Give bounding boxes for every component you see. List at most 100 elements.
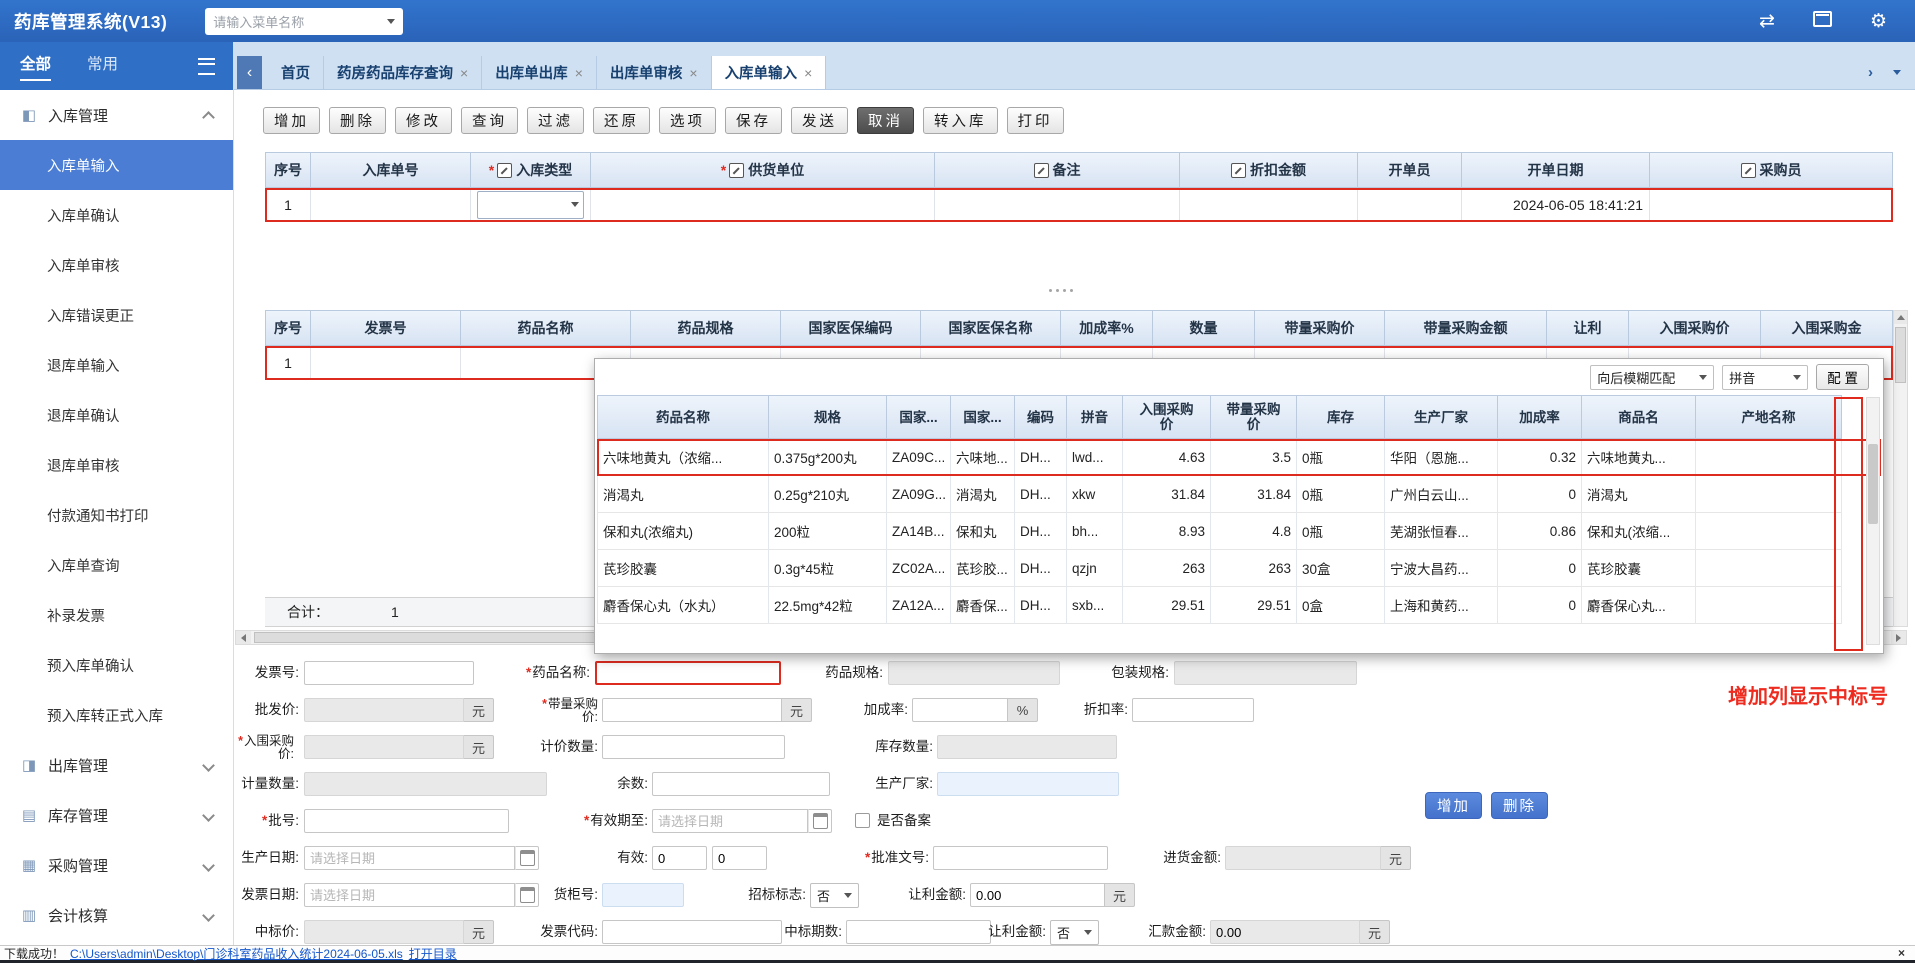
tab-close-icon[interactable]: ×	[575, 65, 583, 81]
close-icon[interactable]: ×	[1898, 946, 1915, 960]
scroll-right-icon[interactable]	[1891, 631, 1906, 644]
toolbar-button-4[interactable]: 过滤	[527, 106, 584, 134]
sidebar-group-1[interactable]: ◨ 出库管理	[0, 740, 233, 790]
batch-no-input[interactable]	[304, 809, 509, 833]
match-mode-select[interactable]: 向后模糊匹配	[1590, 364, 1715, 390]
export-window-icon[interactable]	[1812, 11, 1832, 31]
popup-scrollbar[interactable]	[1866, 397, 1880, 645]
remainder-input[interactable]	[652, 772, 830, 796]
valid-input-2[interactable]	[712, 846, 767, 870]
sidebar-group-0[interactable]: ◧ 入库管理	[0, 90, 233, 140]
sidebar-item-0-11[interactable]: 预入库转正式入库	[0, 690, 233, 740]
tab-0[interactable]: 首页	[268, 56, 324, 89]
toolbar-button-9[interactable]: 取消	[857, 106, 914, 134]
discount-rate-input[interactable]	[1132, 698, 1254, 722]
toolbar-button-6[interactable]: 选项	[659, 106, 716, 134]
sidebar-item-0-8[interactable]: 入库单查询	[0, 540, 233, 590]
grid-cell-5[interactable]	[1180, 188, 1358, 222]
grid-cell-1[interactable]	[311, 346, 461, 380]
sidebar-item-0-0[interactable]: 入库单输入	[0, 140, 233, 190]
invoice-date-input[interactable]	[304, 883, 515, 907]
downloaded-file-link[interactable]: C:\Users\admin\Desktop\门诊科室药品收入统计2024-06…	[70, 945, 403, 962]
order-grid-row[interactable]: 1 2024-06-05 18:41:21	[265, 188, 1893, 222]
tab-close-icon[interactable]: ×	[460, 65, 468, 81]
tab-3[interactable]: 出库单审核 ×	[597, 56, 712, 89]
toolbar-button-3[interactable]: 查询	[461, 106, 518, 134]
toolbar-button-11[interactable]: 打印	[1006, 106, 1064, 134]
popup-row-0[interactable]: 六味地黄丸（浓缩... 0.375g*200丸 ZA09C... 六味地... DH..…	[597, 439, 1881, 476]
sidebar-tab-all[interactable]: 全部	[20, 52, 52, 81]
invoice-no-input[interactable]	[304, 661, 474, 685]
manufacturer-input[interactable]	[937, 772, 1119, 796]
popup-row-3[interactable]: 芪珍胶囊 0.3g*45粒 ZC02A... 芪珍胶... DH... qzjn 263 26…	[597, 550, 1881, 587]
vscrollbar-thumb[interactable]	[1895, 327, 1906, 383]
calendar-icon[interactable]	[808, 809, 832, 833]
tab-close-icon[interactable]: ×	[689, 65, 697, 81]
toolbar-button-7[interactable]: 保存	[725, 106, 782, 134]
popup-scrollbar-thumb[interactable]	[1868, 444, 1878, 524]
volume-price-input[interactable]	[602, 698, 782, 722]
sidebar-item-0-5[interactable]: 退库单确认	[0, 390, 233, 440]
tab-scroll-right-icon[interactable]: ›	[1868, 64, 1873, 81]
search-field-select[interactable]: 拼音	[1722, 364, 1809, 390]
tab-scroll-left-icon[interactable]: ‹	[237, 56, 262, 89]
toolbar-button-10[interactable]: 转入库	[923, 106, 998, 134]
grid-cell-2[interactable]	[471, 188, 591, 222]
grid-cell-1[interactable]	[311, 188, 471, 222]
rebate-flag-select[interactable]: 否	[1050, 920, 1099, 945]
scroll-left-icon[interactable]	[236, 631, 251, 644]
scroll-up-icon[interactable]	[1894, 311, 1907, 324]
sidebar-item-0-4[interactable]: 退库单输入	[0, 340, 233, 390]
tab-close-icon[interactable]: ×	[804, 65, 812, 81]
winning-period-input[interactable]	[846, 920, 991, 944]
production-date-input[interactable]	[304, 846, 515, 870]
invoice-date-field[interactable]	[304, 883, 539, 907]
toolbar-button-5[interactable]: 还原	[593, 106, 650, 134]
inbound-type-select[interactable]	[477, 190, 584, 219]
sidebar-group-3[interactable]: ▦ 采购管理	[0, 840, 233, 890]
invoice-code-input[interactable]	[602, 920, 782, 944]
toolbar-button-2[interactable]: 修改	[395, 106, 452, 134]
menu-collapse-icon[interactable]	[198, 57, 215, 75]
tab-2[interactable]: 出库单出库 ×	[482, 56, 597, 89]
popup-row-2[interactable]: 保和丸(浓缩丸) 200粒 ZA14B... 保和丸 DH... bh... 8.93 4.8…	[597, 513, 1881, 550]
valid-input-1[interactable]	[652, 846, 707, 870]
sidebar-tab-common[interactable]: 常用	[87, 52, 118, 81]
record-checkbox[interactable]	[855, 813, 870, 828]
grid-cell-0[interactable]: 1	[265, 188, 311, 222]
popup-row-4[interactable]: 麝香保心丸（水丸） 22.5mg*42粒 ZA12A... 麝香保... DH... sx…	[597, 587, 1881, 624]
popup-row-1[interactable]: 消渴丸 0.25g*210丸 ZA09G... 消渴丸 DH... xkw 31.84 31.…	[597, 476, 1881, 513]
sidebar-item-0-3[interactable]: 入库错误更正	[0, 290, 233, 340]
add-item-button[interactable]: 增加	[1425, 792, 1482, 819]
toolbar-button-1[interactable]: 删除	[329, 106, 386, 134]
markup-rate-input[interactable]	[912, 698, 1008, 722]
sidebar-item-0-1[interactable]: 入库单确认	[0, 190, 233, 240]
open-directory-link[interactable]: 打开目录	[409, 945, 457, 962]
sidebar-item-0-2[interactable]: 入库单审核	[0, 240, 233, 290]
tab-menu-icon[interactable]	[1893, 70, 1901, 75]
sidebar-item-0-7[interactable]: 付款通知书打印	[0, 490, 233, 540]
cabinet-no-input[interactable]	[602, 883, 684, 907]
calendar-icon[interactable]	[515, 846, 539, 870]
grid-cell-0[interactable]: 1	[265, 346, 311, 380]
expiry-date-field[interactable]	[652, 809, 832, 833]
grid-cell-7[interactable]: 2024-06-05 18:41:21	[1462, 188, 1650, 222]
grid-cell-8[interactable]	[1650, 188, 1893, 222]
expiry-date-input[interactable]	[652, 809, 808, 833]
sidebar-group-4[interactable]: ▥ 会计核算	[0, 890, 233, 940]
sidebar-item-0-6[interactable]: 退库单审核	[0, 440, 233, 490]
vertical-scrollbar[interactable]	[1893, 310, 1908, 627]
approval-no-input[interactable]	[933, 846, 1108, 870]
grid-cell-3[interactable]	[591, 188, 935, 222]
settings-gear-icon[interactable]: ⚙	[1870, 12, 1887, 31]
toolbar-button-0[interactable]: 增加	[263, 106, 320, 134]
rebate-amount-input[interactable]	[970, 883, 1105, 907]
sync-icon[interactable]: ⇄	[1759, 12, 1775, 31]
tab-4[interactable]: 入库单输入 ×	[711, 56, 827, 89]
drug-name-input[interactable]	[595, 661, 781, 685]
grid-cell-4[interactable]	[935, 188, 1180, 222]
sidebar-item-0-9[interactable]: 补录发票	[0, 590, 233, 640]
tab-1[interactable]: 药房药品库存查询 ×	[324, 56, 483, 89]
tender-flag-select[interactable]: 否	[810, 883, 859, 908]
toolbar-button-8[interactable]: 发送	[791, 106, 848, 134]
